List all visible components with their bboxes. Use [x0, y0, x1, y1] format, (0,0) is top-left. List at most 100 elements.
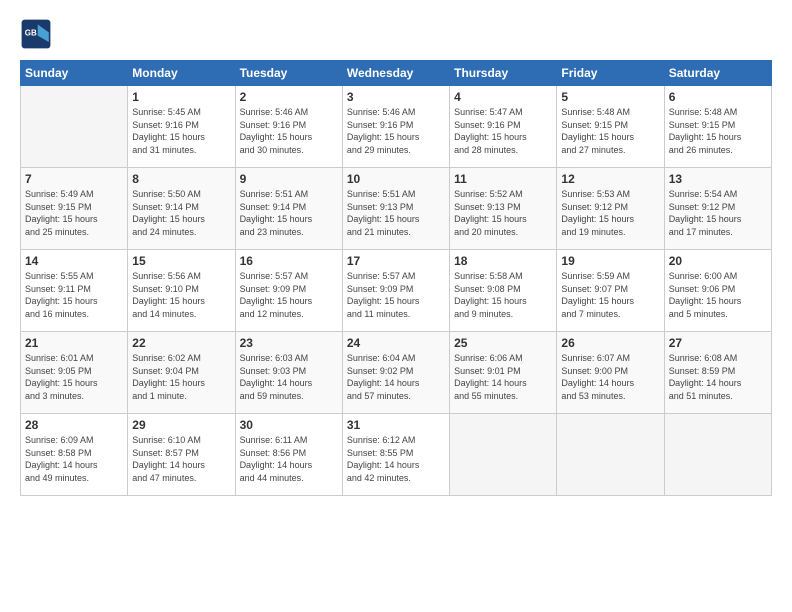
calendar-cell: 2 Sunrise: 5:46 AM Sunset: 9:16 PM Daylig… [235, 86, 342, 168]
day-info: Sunrise: 5:46 AM Sunset: 9:16 PM Dayligh… [347, 106, 445, 156]
logo: GB [20, 18, 54, 50]
day-number: 31 [347, 418, 445, 432]
day-number: 17 [347, 254, 445, 268]
weekday-header-friday: Friday [557, 61, 664, 86]
svg-text:GB: GB [25, 29, 37, 38]
day-number: 9 [240, 172, 338, 186]
day-number: 6 [669, 90, 767, 104]
day-number: 13 [669, 172, 767, 186]
day-number: 2 [240, 90, 338, 104]
day-number: 12 [561, 172, 659, 186]
calendar-cell: 25Sunrise: 6:06 AM Sunset: 9:01 PM Dayli… [450, 332, 557, 414]
day-info: Sunrise: 6:04 AM Sunset: 9:02 PM Dayligh… [347, 352, 445, 402]
calendar-cell: 14 Sunrise: 5:55 AM Sunset: 9:11 PM Dayli… [21, 250, 128, 332]
day-number: 1 [132, 90, 230, 104]
day-number: 21 [25, 336, 123, 350]
calendar-cell [21, 86, 128, 168]
calendar-cell: 29 Sunrise: 6:10 AM Sunset: 8:57 PM Dayli… [128, 414, 235, 496]
day-info: Sunrise: 6:01 AM Sunset: 9:05 PM Dayligh… [25, 352, 123, 402]
calendar-cell: 1 Sunrise: 5:45 AM Sunset: 9:16 PM Daylig… [128, 86, 235, 168]
calendar-cell: 19 Sunrise: 5:59 AM Sunset: 9:07 PM Dayli… [557, 250, 664, 332]
calendar-week-4: 28Sunrise: 6:09 AM Sunset: 8:58 PM Dayli… [21, 414, 772, 496]
weekday-header-saturday: Saturday [664, 61, 771, 86]
day-number: 26 [561, 336, 659, 350]
day-info: Sunrise: 6:10 AM Sunset: 8:57 PM Dayligh… [132, 434, 230, 484]
weekday-header-monday: Monday [128, 61, 235, 86]
day-info: Sunrise: 5:54 AM Sunset: 9:12 PM Dayligh… [669, 188, 767, 238]
calendar-cell: 28Sunrise: 6:09 AM Sunset: 8:58 PM Dayli… [21, 414, 128, 496]
calendar-week-1: 7 Sunrise: 5:49 AM Sunset: 9:15 PM Daylig… [21, 168, 772, 250]
day-number: 5 [561, 90, 659, 104]
day-info: Sunrise: 6:11 AM Sunset: 8:56 PM Dayligh… [240, 434, 338, 484]
day-info: Sunrise: 5:56 AM Sunset: 9:10 PM Dayligh… [132, 270, 230, 320]
day-info: Sunrise: 5:45 AM Sunset: 9:16 PM Dayligh… [132, 106, 230, 156]
day-info: Sunrise: 5:46 AM Sunset: 9:16 PM Dayligh… [240, 106, 338, 156]
day-number: 20 [669, 254, 767, 268]
day-info: Sunrise: 5:55 AM Sunset: 9:11 PM Dayligh… [25, 270, 123, 320]
calendar-cell: 16 Sunrise: 5:57 AM Sunset: 9:09 PM Dayli… [235, 250, 342, 332]
calendar-cell: 21 Sunrise: 6:01 AM Sunset: 9:05 PM Dayli… [21, 332, 128, 414]
day-info: Sunrise: 6:02 AM Sunset: 9:04 PM Dayligh… [132, 352, 230, 402]
day-number: 30 [240, 418, 338, 432]
calendar-cell: 22Sunrise: 6:02 AM Sunset: 9:04 PM Dayli… [128, 332, 235, 414]
day-number: 16 [240, 254, 338, 268]
calendar-cell: 4 Sunrise: 5:47 AM Sunset: 9:16 PM Daylig… [450, 86, 557, 168]
calendar-cell [450, 414, 557, 496]
day-number: 4 [454, 90, 552, 104]
day-info: Sunrise: 5:57 AM Sunset: 9:09 PM Dayligh… [240, 270, 338, 320]
day-number: 29 [132, 418, 230, 432]
day-number: 15 [132, 254, 230, 268]
calendar-cell: 12Sunrise: 5:53 AM Sunset: 9:12 PM Dayli… [557, 168, 664, 250]
day-info: Sunrise: 6:08 AM Sunset: 8:59 PM Dayligh… [669, 352, 767, 402]
calendar-cell: 17 Sunrise: 5:57 AM Sunset: 9:09 PM Dayli… [342, 250, 449, 332]
day-number: 8 [132, 172, 230, 186]
calendar-cell [664, 414, 771, 496]
calendar-cell: 8 Sunrise: 5:50 AM Sunset: 9:14 PM Daylig… [128, 168, 235, 250]
calendar-cell: 31 Sunrise: 6:12 AM Sunset: 8:55 PM Dayli… [342, 414, 449, 496]
day-info: Sunrise: 5:51 AM Sunset: 9:13 PM Dayligh… [347, 188, 445, 238]
calendar-cell: 24 Sunrise: 6:04 AM Sunset: 9:02 PM Dayli… [342, 332, 449, 414]
day-info: Sunrise: 5:48 AM Sunset: 9:15 PM Dayligh… [669, 106, 767, 156]
calendar-cell: 15 Sunrise: 5:56 AM Sunset: 9:10 PM Dayli… [128, 250, 235, 332]
weekday-header-tuesday: Tuesday [235, 61, 342, 86]
calendar-cell: 3Sunrise: 5:46 AM Sunset: 9:16 PM Daylig… [342, 86, 449, 168]
calendar-cell: 9 Sunrise: 5:51 AM Sunset: 9:14 PM Daylig… [235, 168, 342, 250]
calendar-body: 1 Sunrise: 5:45 AM Sunset: 9:16 PM Daylig… [21, 86, 772, 496]
day-number: 18 [454, 254, 552, 268]
calendar-cell: 20 Sunrise: 6:00 AM Sunset: 9:06 PM Dayli… [664, 250, 771, 332]
day-info: Sunrise: 6:12 AM Sunset: 8:55 PM Dayligh… [347, 434, 445, 484]
day-info: Sunrise: 5:48 AM Sunset: 9:15 PM Dayligh… [561, 106, 659, 156]
calendar-cell: 11 Sunrise: 5:52 AM Sunset: 9:13 PM Dayli… [450, 168, 557, 250]
logo-icon: GB [20, 18, 52, 50]
calendar-cell: 30 Sunrise: 6:11 AM Sunset: 8:56 PM Dayli… [235, 414, 342, 496]
day-info: Sunrise: 5:51 AM Sunset: 9:14 PM Dayligh… [240, 188, 338, 238]
day-number: 11 [454, 172, 552, 186]
day-info: Sunrise: 6:06 AM Sunset: 9:01 PM Dayligh… [454, 352, 552, 402]
calendar-week-2: 14 Sunrise: 5:55 AM Sunset: 9:11 PM Dayli… [21, 250, 772, 332]
calendar-cell: 27Sunrise: 6:08 AM Sunset: 8:59 PM Dayli… [664, 332, 771, 414]
day-info: Sunrise: 5:50 AM Sunset: 9:14 PM Dayligh… [132, 188, 230, 238]
calendar-cell [557, 414, 664, 496]
day-info: Sunrise: 5:52 AM Sunset: 9:13 PM Dayligh… [454, 188, 552, 238]
day-info: Sunrise: 5:49 AM Sunset: 9:15 PM Dayligh… [25, 188, 123, 238]
day-info: Sunrise: 6:03 AM Sunset: 9:03 PM Dayligh… [240, 352, 338, 402]
weekday-header-sunday: Sunday [21, 61, 128, 86]
day-info: Sunrise: 5:59 AM Sunset: 9:07 PM Dayligh… [561, 270, 659, 320]
day-info: Sunrise: 5:57 AM Sunset: 9:09 PM Dayligh… [347, 270, 445, 320]
day-number: 7 [25, 172, 123, 186]
weekday-header-thursday: Thursday [450, 61, 557, 86]
day-info: Sunrise: 5:58 AM Sunset: 9:08 PM Dayligh… [454, 270, 552, 320]
day-number: 24 [347, 336, 445, 350]
calendar-header-row: SundayMondayTuesdayWednesdayThursdayFrid… [21, 61, 772, 86]
day-number: 19 [561, 254, 659, 268]
day-number: 14 [25, 254, 123, 268]
calendar-cell: 7 Sunrise: 5:49 AM Sunset: 9:15 PM Daylig… [21, 168, 128, 250]
calendar-week-3: 21 Sunrise: 6:01 AM Sunset: 9:05 PM Dayli… [21, 332, 772, 414]
day-number: 10 [347, 172, 445, 186]
calendar-cell: 6 Sunrise: 5:48 AM Sunset: 9:15 PM Daylig… [664, 86, 771, 168]
day-info: Sunrise: 5:47 AM Sunset: 9:16 PM Dayligh… [454, 106, 552, 156]
day-number: 23 [240, 336, 338, 350]
day-info: Sunrise: 6:00 AM Sunset: 9:06 PM Dayligh… [669, 270, 767, 320]
calendar-cell: 26Sunrise: 6:07 AM Sunset: 9:00 PM Dayli… [557, 332, 664, 414]
calendar-cell: 5 Sunrise: 5:48 AM Sunset: 9:15 PM Daylig… [557, 86, 664, 168]
